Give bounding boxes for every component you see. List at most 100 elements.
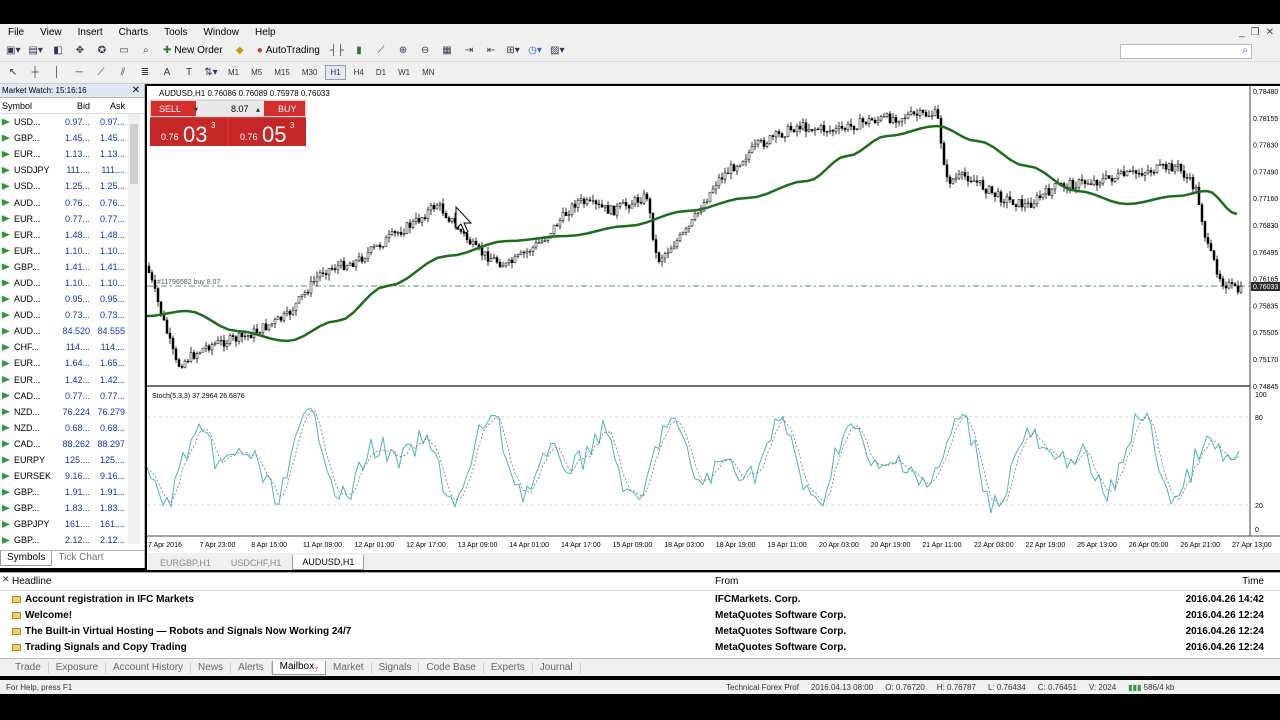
- timeframe-h4[interactable]: H4: [350, 66, 368, 79]
- close-icon[interactable]: ✕: [132, 85, 144, 96]
- market-watch-row[interactable]: GBP... 1.45... 1.45...: [0, 130, 144, 146]
- navigator-icon[interactable]: ✪: [93, 42, 111, 60]
- menu-view[interactable]: View: [32, 27, 70, 38]
- tab-symbols[interactable]: Symbols: [0, 551, 53, 566]
- autotrading-button[interactable]: ● AutoTrading: [253, 45, 324, 56]
- chart-canvas[interactable]: AUDUSD,H1 0.76086 0.76089 0.75978 0.7603…: [146, 86, 1280, 553]
- timeframe-d1[interactable]: D1: [372, 66, 390, 79]
- vertical-line-icon[interactable]: │: [48, 64, 66, 82]
- mail-row[interactable]: Welcome! MetaQuotes Software Corp. 2016.04…: [0, 607, 1280, 623]
- tab-journal[interactable]: Journal: [533, 662, 581, 673]
- timeframe-m15[interactable]: M15: [270, 66, 294, 79]
- column-ask[interactable]: Ask: [90, 101, 125, 111]
- market-watch-row[interactable]: EUR... 1.42... 1.42...: [0, 372, 144, 388]
- market-watch-icon[interactable]: ◧: [49, 42, 67, 60]
- new-order-button[interactable]: ✚ New Order: [159, 45, 227, 56]
- market-watch-row[interactable]: EURPY 125.... 125....: [0, 452, 144, 468]
- periods-icon[interactable]: ◷▾: [526, 42, 544, 60]
- tab-account-history[interactable]: Account History: [106, 662, 192, 673]
- menu-tools[interactable]: Tools: [156, 27, 195, 38]
- market-watch-row[interactable]: NZD... 76.224 76.279: [0, 404, 144, 420]
- menu-window[interactable]: Window: [195, 27, 247, 38]
- market-watch-row[interactable]: USD... 0.97... 0.97...: [0, 114, 144, 130]
- column-symbol[interactable]: Symbol: [0, 101, 58, 111]
- market-watch-row[interactable]: USD... 1.25... 1.25...: [0, 178, 144, 194]
- mdi-window-controls[interactable]: _ ❐ ✕: [1239, 27, 1280, 38]
- cursor-icon[interactable]: ↖: [4, 64, 22, 82]
- menu-help[interactable]: Help: [247, 27, 284, 38]
- tab-audusd-h1[interactable]: AUDUSD,H1: [292, 555, 365, 570]
- market-watch-row[interactable]: AUD... 0.95... 0.95...: [0, 291, 144, 307]
- market-watch-row[interactable]: EUR... 1.13... 1.13...: [0, 146, 144, 162]
- market-watch-scrollbar[interactable]: [128, 114, 140, 544]
- terminal-icon[interactable]: ▭: [115, 42, 133, 60]
- tab-mailbox[interactable]: Mailbox7: [271, 660, 326, 675]
- data-window-icon[interactable]: ✥: [71, 42, 89, 60]
- timeframe-h1[interactable]: H1: [325, 65, 346, 80]
- lot-size-input[interactable]: 8.07: [231, 104, 249, 114]
- timeframe-m1[interactable]: M1: [224, 66, 243, 79]
- text-icon[interactable]: A: [158, 64, 176, 82]
- market-watch-row[interactable]: AUD... 84.520 84.555: [0, 323, 144, 339]
- market-watch-row[interactable]: EUR... 1.10... 1.10...: [0, 243, 144, 259]
- column-headline[interactable]: Headline: [0, 576, 712, 587]
- bar-chart-icon[interactable]: ┤├: [328, 42, 346, 60]
- line-chart-icon[interactable]: ⟋: [372, 42, 390, 60]
- tab-code-base[interactable]: Code Base: [419, 662, 484, 673]
- horizontal-line-icon[interactable]: ─: [70, 64, 88, 82]
- mail-row[interactable]: Account registration in IFC Markets IFCMa…: [0, 591, 1280, 607]
- tab-trade[interactable]: Trade: [8, 662, 49, 673]
- strategy-tester-icon[interactable]: ⌕: [137, 42, 155, 60]
- timeframe-mn[interactable]: MN: [418, 66, 438, 79]
- metaeditor-icon[interactable]: ◆: [231, 42, 249, 60]
- market-watch-row[interactable]: GBP... 1.41... 1.41...: [0, 259, 144, 275]
- market-watch-row[interactable]: GBP... 1.83... 1.83...: [0, 500, 144, 516]
- zoom-out-icon[interactable]: ⊖: [416, 42, 434, 60]
- fibonacci-icon[interactable]: ≣: [136, 64, 154, 82]
- timeframe-m30[interactable]: M30: [298, 66, 322, 79]
- market-watch-row[interactable]: AUD... 1.10... 1.10...: [0, 275, 144, 291]
- indicators-icon[interactable]: ⊞▾: [504, 42, 522, 60]
- market-watch-row[interactable]: EUR... 0.77... 0.77...: [0, 211, 144, 227]
- terminal-close-icon[interactable]: ✕: [2, 574, 10, 585]
- market-watch-row[interactable]: USDJPY 111.... 111....: [0, 162, 144, 178]
- menu-charts[interactable]: Charts: [111, 27, 156, 38]
- profiles-icon[interactable]: ▤▾: [26, 42, 44, 60]
- timeframe-w1[interactable]: W1: [394, 66, 414, 79]
- column-from[interactable]: From: [712, 576, 1160, 587]
- search-input[interactable]: ⌕: [1120, 44, 1252, 59]
- templates-icon[interactable]: ▨▾: [548, 42, 566, 60]
- lot-up-icon[interactable]: ▴: [256, 105, 260, 114]
- tile-windows-icon[interactable]: ▦: [438, 42, 456, 60]
- menu-insert[interactable]: Insert: [70, 27, 111, 38]
- mail-row[interactable]: The Built-in Virtual Hosting — Robots an…: [0, 623, 1280, 639]
- auto-scroll-icon[interactable]: ⇥: [460, 42, 478, 60]
- market-watch-row[interactable]: GBP... 2.12... 2.12...: [0, 532, 144, 548]
- market-watch-row[interactable]: AUD... 0.76... 0.76...: [0, 194, 144, 210]
- market-watch-row[interactable]: CAD... 0.77... 0.77...: [0, 388, 144, 404]
- tab-news[interactable]: News: [191, 662, 232, 673]
- candlestick-icon[interactable]: ▮: [350, 42, 368, 60]
- zoom-in-icon[interactable]: ⊕: [394, 42, 412, 60]
- market-watch-row[interactable]: NZD... 0.68... 0.68...: [0, 420, 144, 436]
- tab-signals[interactable]: Signals: [372, 662, 420, 673]
- menu-file[interactable]: File: [0, 27, 32, 38]
- tab-tick-chart[interactable]: Tick Chart: [52, 551, 109, 566]
- column-bid[interactable]: Bid: [58, 101, 90, 111]
- tab-usdchf-h1[interactable]: USDCHF,H1: [222, 556, 291, 570]
- tab-market[interactable]: Market: [326, 662, 372, 673]
- market-watch-row[interactable]: CAD... 88.262 88.297: [0, 436, 144, 452]
- equidistant-channel-icon[interactable]: ⫽: [114, 64, 132, 82]
- tab-alerts[interactable]: Alerts: [231, 662, 272, 673]
- chart-window[interactable]: AUDUSD,H1 0.76086 0.76089 0.75978 0.7603…: [146, 86, 1280, 553]
- crosshair-icon[interactable]: ┼: [26, 64, 44, 82]
- arrows-icon[interactable]: ⇅▾: [202, 64, 220, 82]
- market-watch-row[interactable]: GBPJPY 161.... 161....: [0, 516, 144, 532]
- mail-row[interactable]: Trading Signals and Copy Trading MetaQuot…: [0, 639, 1280, 655]
- market-watch-row[interactable]: GBP... 1.91... 1.91...: [0, 484, 144, 500]
- column-time[interactable]: Time: [1160, 576, 1268, 587]
- tab-eurgbp-h1[interactable]: EURGBP,H1: [151, 556, 220, 570]
- timeframe-m5[interactable]: M5: [247, 66, 266, 79]
- market-watch-row[interactable]: EUR... 1.48... 1.48...: [0, 227, 144, 243]
- tab-experts[interactable]: Experts: [484, 662, 533, 673]
